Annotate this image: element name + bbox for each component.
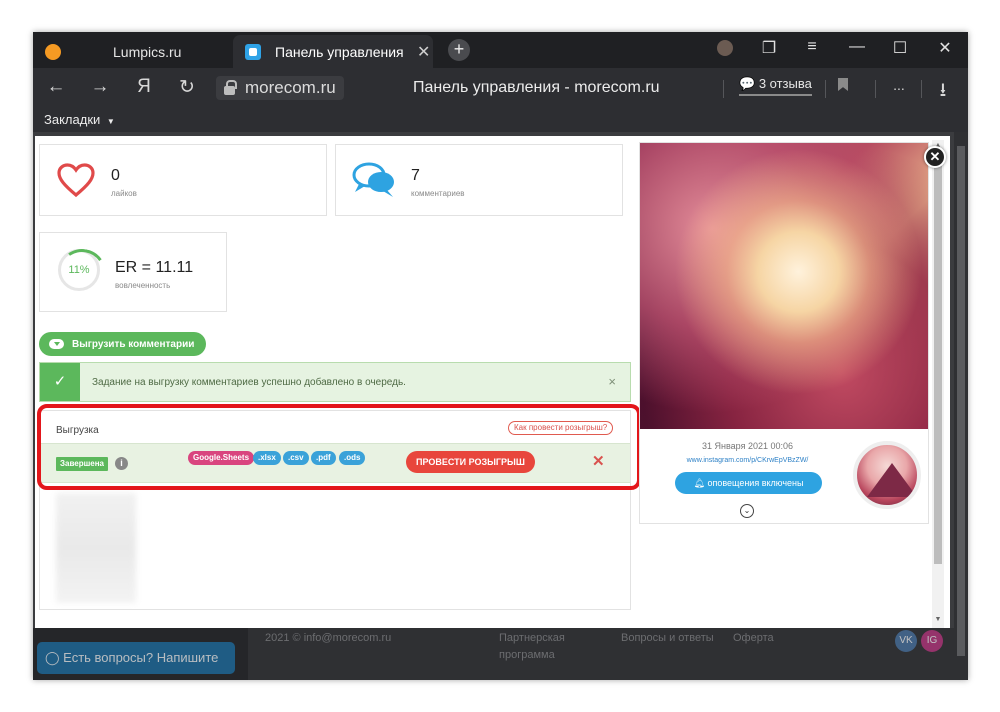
tab-lumpics[interactable]: Lumpics.ru xyxy=(33,35,231,68)
footer-copyright: 2021 © info@morecom.ru xyxy=(265,632,392,644)
minimize-icon[interactable]: — xyxy=(845,38,869,56)
check-icon: ✓ xyxy=(40,363,80,401)
forward-icon[interactable]: → xyxy=(88,76,112,98)
modal-close-button[interactable]: ✕ xyxy=(924,146,946,168)
success-alert: ✓ Задание на выгрузку комментариев успеш… xyxy=(39,362,631,402)
tab-title: Lumpics.ru xyxy=(113,43,182,60)
reviews-button[interactable]: 💬 3 отзыва xyxy=(739,76,812,96)
more-icon[interactable]: ... xyxy=(887,77,911,93)
comments-card: 7 комментариев xyxy=(335,144,623,216)
chevron-down-icon[interactable]: ⌄ xyxy=(740,504,754,518)
blurred-content xyxy=(56,493,136,603)
chat-icon: ◯ xyxy=(45,650,64,665)
er-card: 11% ER = 11.11 вовлеченность xyxy=(39,232,227,312)
page-footer: ◯ Есть вопросы? Напишите нам 2021 © info… xyxy=(33,628,968,680)
divider xyxy=(723,80,724,98)
lock-icon xyxy=(224,79,237,95)
notifications-button[interactable]: 🔔︎ оповещения включены xyxy=(675,472,822,494)
yandex-icon[interactable]: Я xyxy=(132,76,156,98)
download-icon[interactable]: ⭳ xyxy=(931,76,955,108)
er-percent: 11% xyxy=(68,264,90,276)
heart-icon xyxy=(57,163,95,198)
comments-count: 7 xyxy=(411,167,420,184)
footer-link-faq[interactable]: Вопросы и ответы xyxy=(621,630,714,647)
reviews-label: 3 отзыва xyxy=(758,76,812,91)
ask-question-button[interactable]: ◯ Есть вопросы? Напишите нам xyxy=(37,642,235,674)
divider xyxy=(875,80,876,98)
cloud-download-icon xyxy=(49,339,64,349)
profile-icon[interactable] xyxy=(713,38,737,61)
post-date: 31 Января 2021 00:06 xyxy=(702,441,793,451)
tab-close-icon[interactable]: ✕ xyxy=(417,42,430,62)
post-link[interactable]: www.instagram.com/p/CKrwEpVBzZW/ xyxy=(640,457,855,464)
tab-morecom[interactable]: Панель управления - m ✕ xyxy=(233,35,433,68)
tab-strip: Lumpics.ru Панель управления - m ✕ + ❐ ≡… xyxy=(33,32,968,68)
er-progress-ring: 11% xyxy=(58,249,100,291)
collections-icon[interactable]: ❐ xyxy=(757,38,781,58)
divider xyxy=(921,80,922,98)
caret-down-icon: ▼ xyxy=(106,117,115,126)
bookmark-icon[interactable] xyxy=(831,78,855,95)
footer-link-partner[interactable]: Партнерская программа xyxy=(499,630,589,664)
export-comments-label: Выгрузить комментарии xyxy=(72,338,195,350)
vk-icon[interactable]: VK xyxy=(895,630,917,652)
page-title: Панель управления - morecom.ru xyxy=(413,79,660,96)
footer-link-offer[interactable]: Оферта xyxy=(733,630,774,647)
new-tab-button[interactable]: + xyxy=(448,39,470,61)
ask-question-label: Есть вопросы? Напишите нам xyxy=(63,650,219,665)
speech-bubble-icon: 💬 xyxy=(739,76,756,91)
post-stats-modal: 0 лайков 7 комментариев 11% ER = 11.11 в xyxy=(35,136,950,628)
page-scrollbar-thumb[interactable] xyxy=(957,146,965,656)
instagram-icon[interactable]: IG xyxy=(921,630,943,652)
export-comments-button[interactable]: Выгрузить комментарии xyxy=(39,332,207,356)
page-viewport: ◯ Есть вопросы? Напишите нам 2021 © info… xyxy=(33,132,968,680)
likes-label: лайков xyxy=(111,189,137,198)
alert-close-icon[interactable]: × xyxy=(608,374,616,389)
modal-scrollbar[interactable]: ▲ ▼ xyxy=(932,140,944,628)
modal-scrollbar-thumb[interactable] xyxy=(934,158,942,564)
page-scrollbar[interactable] xyxy=(954,132,968,680)
bell-icon: 🔔︎ xyxy=(693,478,708,488)
likes-card: 0 лайков xyxy=(39,144,327,216)
address-toolbar: ← → Я ↻ morecom.ru Панель управления - m… xyxy=(33,68,968,108)
post-card: 31 Января 2021 00:06 www.instagram.com/p… xyxy=(639,142,929,524)
close-window-icon[interactable]: ✕ xyxy=(933,38,957,58)
likes-count: 0 xyxy=(111,167,120,184)
reload-icon[interactable]: ↻ xyxy=(175,76,199,99)
url-field[interactable]: morecom.ru xyxy=(216,76,344,100)
highlight-frame xyxy=(37,404,641,490)
alert-message: Задание на выгрузку комментариев успешно… xyxy=(92,377,406,388)
maximize-icon[interactable]: ☐ xyxy=(888,38,912,58)
footer-left: ◯ Есть вопросы? Напишите нам xyxy=(33,628,248,680)
er-label: вовлеченность xyxy=(115,281,171,290)
post-image[interactable] xyxy=(640,143,928,429)
url-text: morecom.ru xyxy=(245,78,336,97)
back-icon[interactable]: ← xyxy=(44,76,68,98)
scroll-down-icon[interactable]: ▼ xyxy=(932,616,944,623)
er-value: ER = 11.11 xyxy=(115,259,194,276)
tab-title: Панель управления - m xyxy=(275,43,407,60)
comments-label: комментариев xyxy=(411,189,465,198)
bookmarks-menu[interactable]: Закладки ▼ xyxy=(44,112,115,127)
menu-icon[interactable]: ≡ xyxy=(800,38,824,56)
divider xyxy=(825,80,826,98)
comments-icon xyxy=(352,162,394,197)
avatar xyxy=(853,441,921,509)
lumpics-favicon-icon xyxy=(45,43,61,60)
morecom-favicon-icon xyxy=(245,43,261,60)
browser-window: Lumpics.ru Панель управления - m ✕ + ❐ ≡… xyxy=(33,32,968,680)
notifications-label: оповещения включены xyxy=(707,478,804,488)
bookmarks-label: Закладки xyxy=(44,112,101,127)
bookmarks-bar: Закладки ▼ xyxy=(33,108,968,132)
